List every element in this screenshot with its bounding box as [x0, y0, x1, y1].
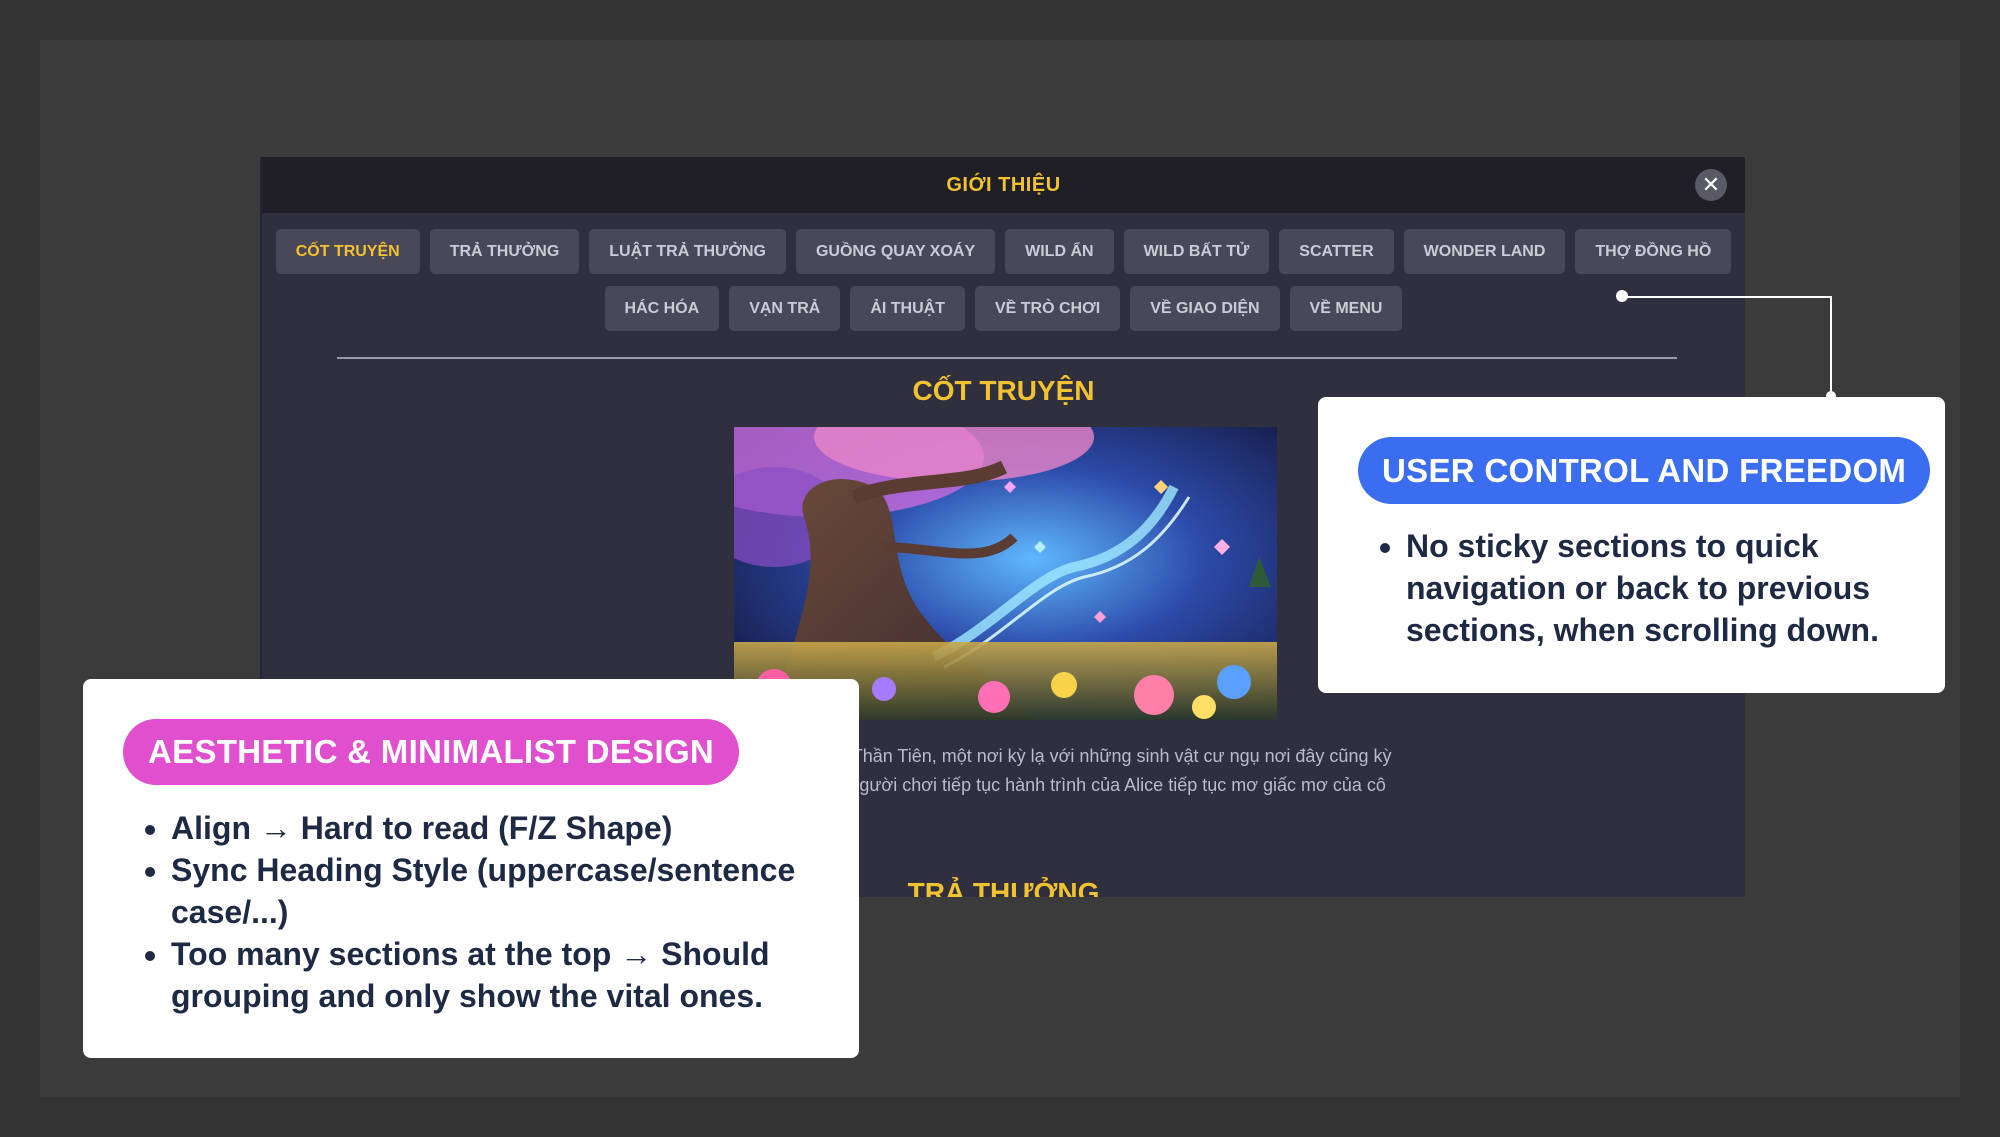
annotation-point: No sticky sections to quick navigation o… — [1406, 525, 1926, 651]
section-tabs: CỐT TRUYỆN TRẢ THƯỞNG LUẬT TRẢ THƯỞNG GU… — [262, 213, 1745, 331]
close-icon[interactable]: ✕ — [1695, 169, 1727, 201]
tab-ve-giao-dien[interactable]: VỀ GIAO DIỆN — [1130, 286, 1280, 331]
tab-wonder-land[interactable]: WONDER LAND — [1403, 229, 1566, 274]
tab-ve-tro-choi[interactable]: VỀ TRÒ CHƠI — [974, 286, 1121, 331]
connector-line — [1830, 296, 1832, 398]
tab-tho-dong-ho[interactable]: THỢ ĐỒNG HỒ — [1575, 229, 1732, 274]
tab-tra-thuong[interactable]: TRẢ THƯỞNG — [429, 229, 580, 274]
section-divider — [337, 357, 1677, 359]
annotation-list: Align → Hard to read (F/Z Shape) Sync He… — [131, 807, 851, 1017]
tab-ai-thuat[interactable]: ẢI THUẬT — [850, 286, 965, 331]
modal-title: GIỚI THIỆU — [946, 173, 1061, 196]
tab-cot-truyen[interactable]: CỐT TRUYỆN — [275, 229, 420, 274]
modal-header: GIỚI THIỆU ✕ — [262, 157, 1745, 213]
annotation-list: No sticky sections to quick navigation o… — [1366, 525, 1926, 651]
annotation-heading: USER CONTROL AND FREEDOM — [1358, 437, 1931, 504]
tab-van-tra[interactable]: VẠN TRẢ — [729, 286, 841, 331]
story-illustration — [734, 427, 1277, 720]
annotation-point: Sync Heading Style (uppercase/sentence c… — [171, 849, 851, 933]
tab-wild-bat-tu[interactable]: WILD BẤT TỬ — [1123, 229, 1270, 274]
annotation-heading: AESTHETIC & MINIMALIST DESIGN — [123, 719, 740, 785]
tab-wild-an[interactable]: WILD ẨN — [1005, 229, 1114, 274]
connector-line — [1622, 296, 1832, 298]
tab-guong-quay-xoay[interactable]: GUỒNG QUAY XOÁY — [795, 229, 996, 274]
tab-scatter[interactable]: SCATTER — [1279, 229, 1394, 274]
tab-hac-hoa[interactable]: HÁC HÓA — [604, 286, 720, 331]
annotation-point: Too many sections at the top → Should gr… — [171, 933, 851, 1017]
annotation-point: Align → Hard to read (F/Z Shape) — [171, 807, 851, 849]
annotation-card-user-control: USER CONTROL AND FREEDOM No sticky secti… — [1318, 397, 1945, 693]
tab-ve-menu[interactable]: VỀ MENU — [1289, 286, 1403, 331]
annotation-card-aesthetic: AESTHETIC & MINIMALIST DESIGN Align → Ha… — [83, 679, 859, 1058]
tab-luat-tra-thuong[interactable]: LUẬT TRẢ THƯỞNG — [589, 229, 786, 274]
